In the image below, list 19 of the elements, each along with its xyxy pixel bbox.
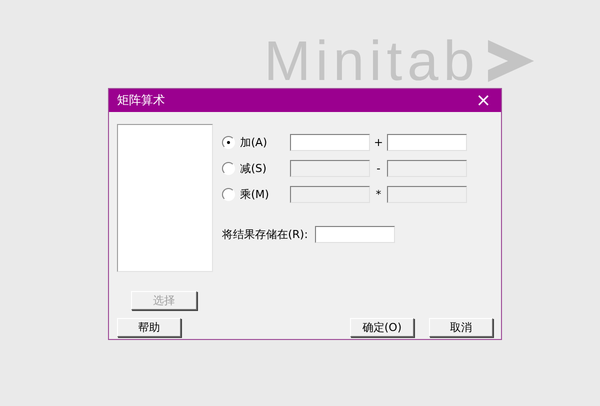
store-field[interactable] [315,226,395,243]
radio-button[interactable] [222,162,235,175]
operation-label: 减(S) [240,161,268,176]
operator-sign: - [376,162,382,175]
matrix-field[interactable] [387,134,467,151]
cancel-button[interactable]: 取消 [429,318,493,337]
logo-arrow-icon [488,40,534,82]
ok-button[interactable]: 确定(O) [350,318,414,337]
operator-sign: * [374,188,382,201]
radio-button[interactable] [222,188,235,201]
radio-button[interactable] [222,136,235,149]
close-button[interactable]: × [472,92,495,110]
operation-label: 加(A) [240,135,268,150]
matrix-field[interactable] [290,134,370,151]
window-title: 矩阵算术 [117,92,165,109]
help-button[interactable]: 帮助 [117,318,181,337]
store-label: 将结果存储在(R): [222,227,309,242]
operator-sign: + [372,136,384,149]
operation-label: 乘(M) [240,187,270,202]
